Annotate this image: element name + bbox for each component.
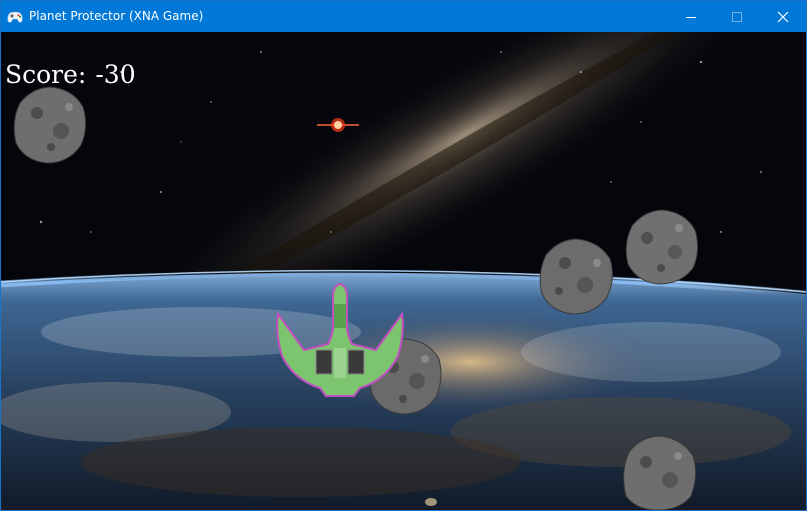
- maximize-icon: [732, 11, 742, 22]
- close-button[interactable]: [760, 1, 806, 32]
- window-title: Planet Protector (XNA Game): [29, 9, 204, 23]
- gamepad-icon: [7, 9, 23, 23]
- green-starship[interactable]: [274, 282, 406, 398]
- asteroid: [623, 435, 697, 510]
- score-label: Score:: [5, 60, 87, 89]
- game-viewport[interactable]: Score: -30: [1, 32, 806, 510]
- minimize-button[interactable]: [668, 1, 714, 32]
- close-icon: [777, 11, 789, 22]
- asteroid: [625, 209, 699, 285]
- asteroid: [539, 238, 613, 315]
- red-laser-shot: [317, 118, 359, 132]
- asteroid: [13, 86, 87, 164]
- score-display: Score: -30: [5, 60, 136, 90]
- score-value: -30: [95, 60, 136, 89]
- game-window: Planet Protector (XNA Game) Score: -30: [0, 0, 807, 511]
- title-bar[interactable]: Planet Protector (XNA Game): [1, 1, 806, 32]
- minimize-icon: [686, 16, 696, 18]
- maximize-button[interactable]: [714, 1, 760, 32]
